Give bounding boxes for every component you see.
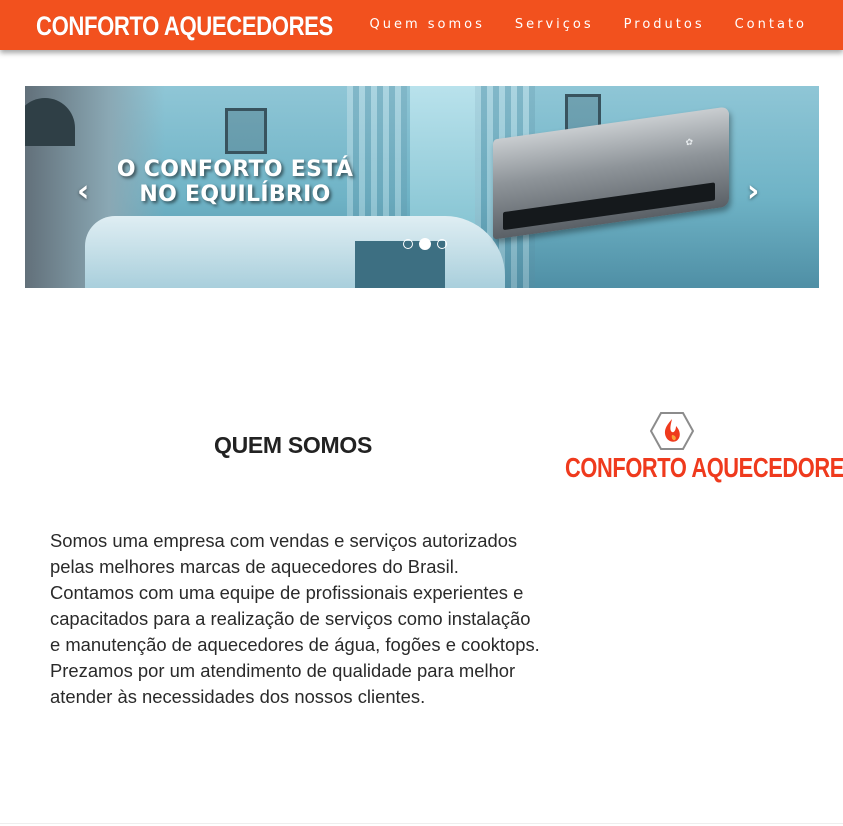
nav-link-servicos[interactable]: Serviços xyxy=(515,17,594,32)
carousel-prev-icon[interactable]: ‹ xyxy=(77,174,89,209)
flame-hexagon-icon xyxy=(650,412,694,450)
site-header: CONFORTO AQUECEDORES Quem somos Serviços… xyxy=(0,0,843,50)
nav-link-produtos[interactable]: Produtos xyxy=(624,17,705,32)
logo-wordmark: CONFORTO AQUECEDORES xyxy=(565,452,843,483)
nav-link-contato[interactable]: Contato xyxy=(735,17,807,32)
carousel-next-icon[interactable]: › xyxy=(747,174,759,209)
main-nav: Quem somos Serviços Produtos Contato xyxy=(339,17,807,32)
about-title: QUEM SOMOS xyxy=(213,432,372,458)
ac-logo-icon: ✿ xyxy=(685,137,693,149)
brand-logo[interactable]: CONFORTO AQUECEDORES xyxy=(36,11,333,42)
about-text: Somos uma empresa com vendas e serviços … xyxy=(50,530,540,707)
wall-frame xyxy=(225,108,267,154)
slide-caption: O CONFORTO ESTÁ NO EQUILÍBRIO xyxy=(105,157,365,207)
section-divider xyxy=(0,823,843,824)
slide-caption-line1: O CONFORTO ESTÁ xyxy=(116,157,354,182)
nav-link-quem-somos[interactable]: Quem somos xyxy=(369,17,484,32)
slide-caption-line2: NO EQUILÍBRIO xyxy=(139,182,331,207)
carousel-indicators xyxy=(400,238,450,250)
hero-carousel: ✿ O CONFORTO ESTÁ NO EQUILÍBRIO ‹ › xyxy=(25,86,819,288)
carousel-indicator-2[interactable] xyxy=(419,238,431,250)
ac-vent xyxy=(503,182,715,231)
company-logo: CONFORTO AQUECEDORES xyxy=(565,411,843,491)
carousel-indicator-1[interactable] xyxy=(403,239,413,249)
carousel-indicator-3[interactable] xyxy=(437,239,447,249)
